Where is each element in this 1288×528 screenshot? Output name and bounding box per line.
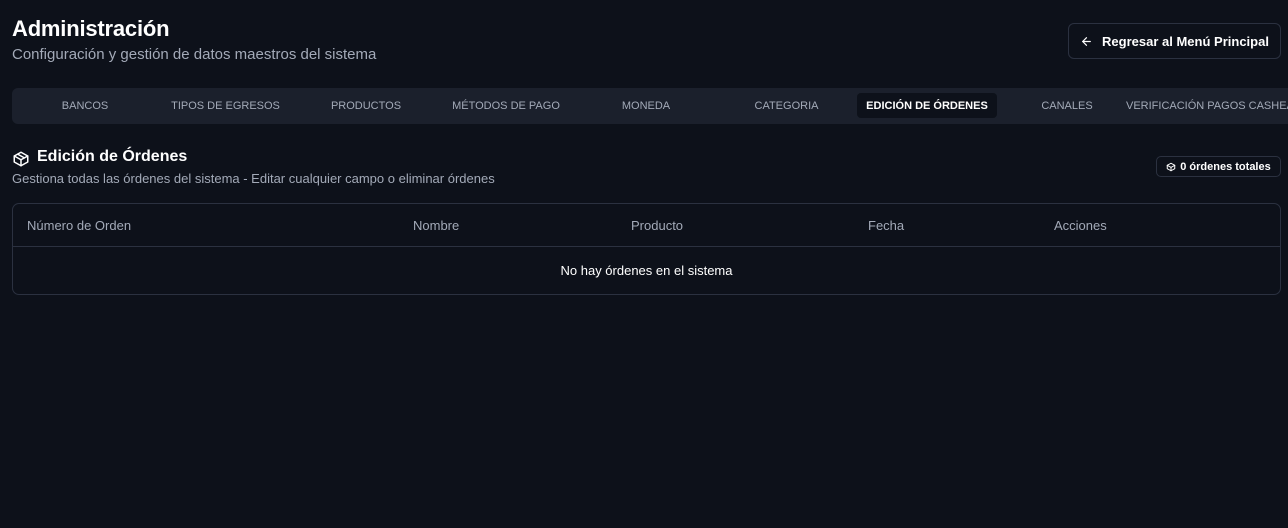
tab-metodos-de-pago[interactable]: MÉTODOS DE PAGO bbox=[436, 93, 576, 118]
column-header-fecha: Fecha bbox=[868, 218, 905, 233]
orders-count-badge: 0 órdenes totales bbox=[1156, 156, 1281, 177]
arrow-left-icon bbox=[1082, 36, 1091, 46]
column-header-numero-de-orden: Número de Orden bbox=[27, 218, 132, 233]
section-description: Gestiona todas las órdenes del sistema -… bbox=[12, 171, 495, 186]
column-header-nombre: Nombre bbox=[413, 218, 460, 233]
orders-table: Número de Orden Nombre Producto Fecha Ac… bbox=[12, 203, 1281, 295]
empty-table-message: No hay órdenes en el sistema bbox=[560, 263, 733, 278]
back-to-menu-button[interactable]: Regresar al Menú Principal bbox=[1068, 23, 1281, 59]
admin-tabs: BANCOS TIPOS DE EGRESOS PRODUCTOS MÉTODO… bbox=[12, 88, 1288, 124]
orders-count-label: 0 órdenes totales bbox=[1180, 160, 1271, 173]
tab-tipos-de-egresos[interactable]: TIPOS DE EGRESOS bbox=[155, 93, 296, 118]
tab-productos[interactable]: PRODUCTOS bbox=[296, 93, 436, 118]
package-icon bbox=[13, 151, 29, 167]
page-title: Administración bbox=[12, 16, 170, 41]
table-header: Número de Orden Nombre Producto Fecha Ac… bbox=[13, 204, 1280, 247]
tab-moneda[interactable]: MONEDA bbox=[576, 93, 716, 118]
page-subtitle: Configuración y gestión de datos maestro… bbox=[12, 46, 377, 63]
tab-bancos[interactable]: BANCOS bbox=[15, 93, 155, 118]
column-header-acciones: Acciones bbox=[1054, 218, 1107, 233]
tab-categoria[interactable]: CATEGORIA bbox=[716, 93, 857, 118]
tab-canales[interactable]: CANALES bbox=[997, 93, 1137, 118]
back-button-label: Regresar al Menú Principal bbox=[1102, 33, 1269, 49]
section-title: Edición de Órdenes bbox=[37, 148, 188, 165]
tab-verificacion-pagos-cashea[interactable]: VERIFICACIÓN PAGOS CASHEA bbox=[1126, 93, 1288, 118]
package-icon bbox=[1167, 162, 1176, 171]
column-header-producto: Producto bbox=[631, 218, 684, 233]
tab-edicion-de-ordenes[interactable]: EDICIÓN DE ÓRDENES bbox=[857, 93, 997, 118]
